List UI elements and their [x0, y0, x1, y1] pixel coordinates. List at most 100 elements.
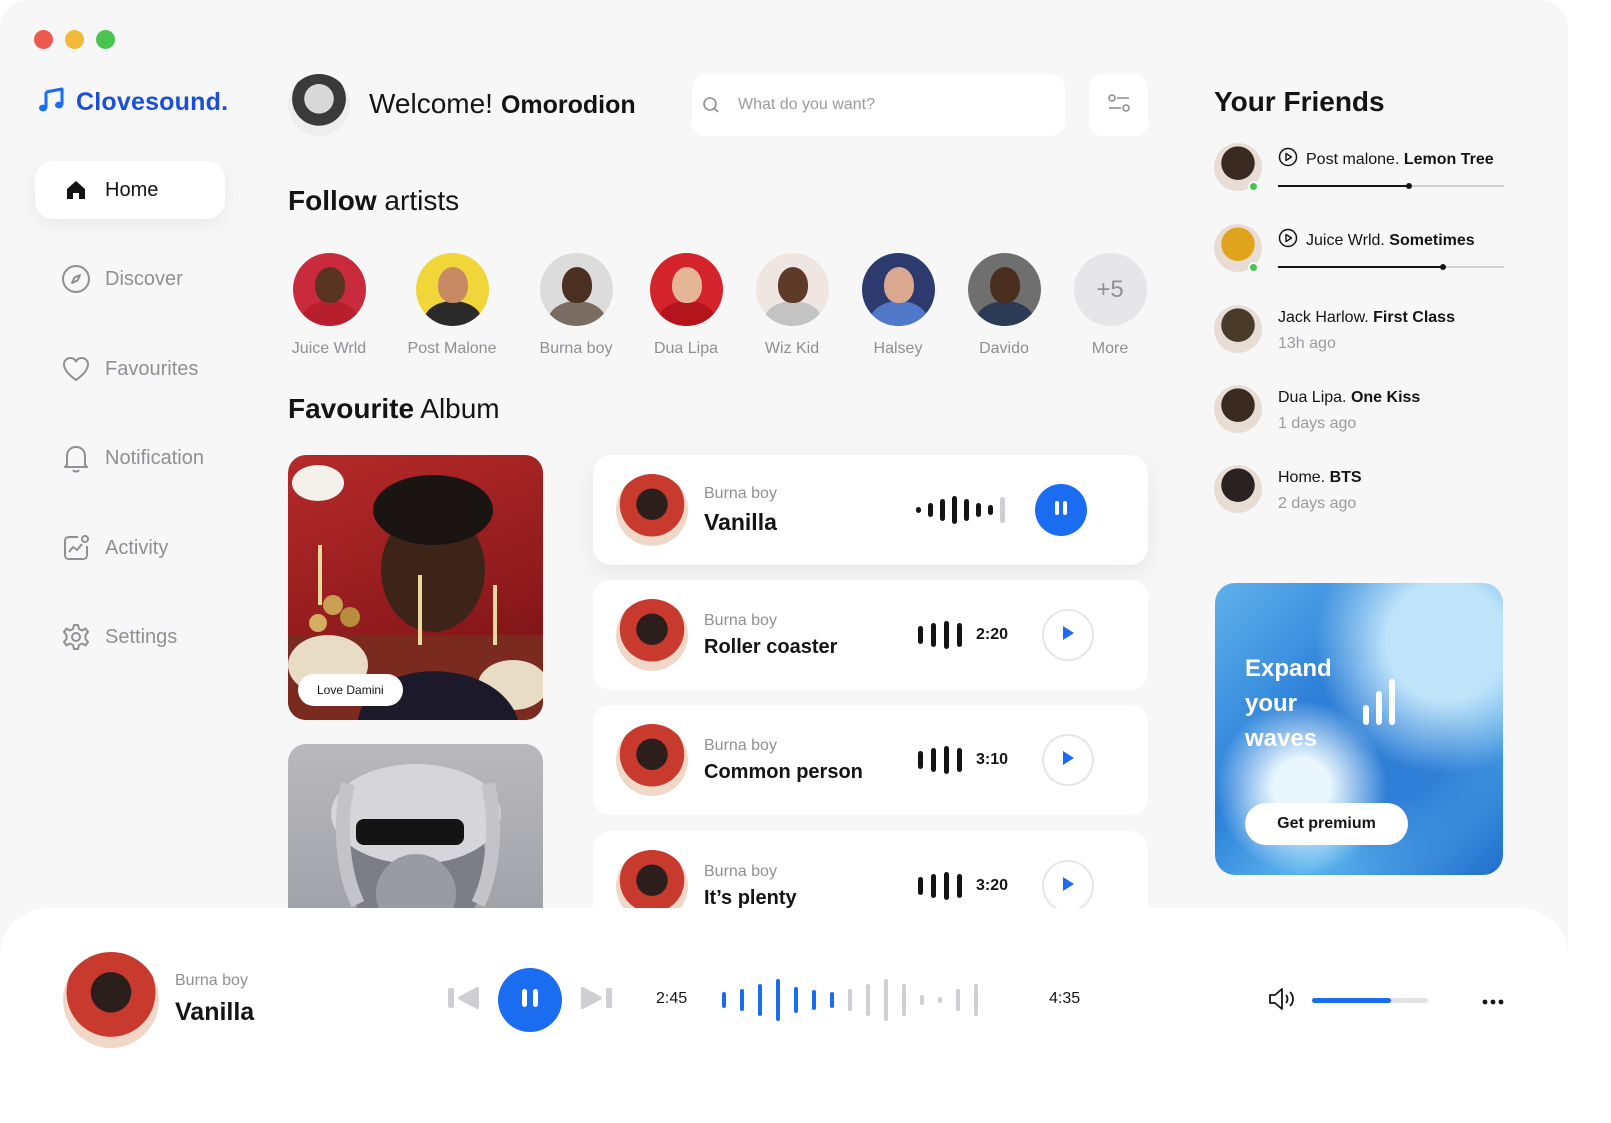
- artist-item[interactable]: Wiz Kid: [737, 253, 847, 358]
- play-icon: [1060, 875, 1076, 898]
- wave-bar: [974, 984, 978, 1016]
- track-duration: 3:10: [976, 751, 1009, 768]
- sidebar-item-discover[interactable]: Discover: [35, 250, 225, 308]
- wave-bar: [944, 746, 949, 774]
- track-waveform: [918, 872, 962, 900]
- wave-bar: [918, 877, 923, 895]
- album-tag: Love Damini: [298, 674, 403, 706]
- friend-now-playing: Jack Harlow. First Class: [1278, 309, 1455, 327]
- gear-icon: [61, 623, 91, 651]
- premium-line: Expand: [1245, 655, 1332, 682]
- search-input[interactable]: [738, 96, 1038, 114]
- avatar-face: [989, 267, 1020, 303]
- friend-progress: [1278, 264, 1504, 270]
- track-cover: [616, 474, 688, 546]
- search-bar: [692, 74, 1065, 136]
- track-info: Burna boy It’s plenty: [704, 863, 904, 910]
- artist-item[interactable]: Juice Wrld: [274, 253, 384, 358]
- friend-artist: Post malone.: [1306, 150, 1400, 168]
- wave-bar: [957, 623, 962, 647]
- artist-item[interactable]: Davido: [949, 253, 1059, 358]
- track-duration: 3:20: [976, 877, 1009, 894]
- avatar-face: [671, 267, 702, 303]
- play-circle-icon: [1278, 147, 1298, 172]
- friend-song: One Kiss: [1350, 389, 1421, 406]
- track-cover: [616, 724, 688, 796]
- play-button[interactable]: [1042, 860, 1094, 912]
- more-count: +5: [1073, 253, 1147, 326]
- track-title: Vanilla: [704, 508, 777, 535]
- avatar-figure: [657, 301, 716, 326]
- window-maximize-dot[interactable]: [96, 30, 115, 49]
- pause-button[interactable]: [1035, 484, 1087, 536]
- next-button[interactable]: [578, 985, 614, 1015]
- friend-item[interactable]: Jack Harlow. First Class 13h ago: [1214, 305, 1504, 359]
- wave-bar: [1000, 497, 1005, 523]
- wave-bar: [776, 979, 780, 1021]
- window-close-dot[interactable]: [34, 30, 53, 49]
- sidebar-item-home[interactable]: Home: [35, 161, 225, 219]
- filter-button[interactable]: [1089, 74, 1148, 136]
- more-options-button[interactable]: [1478, 990, 1508, 1012]
- sidebar-item-activity[interactable]: Activity: [35, 519, 225, 577]
- sidebar-item-settings[interactable]: Settings: [35, 608, 225, 666]
- friend-item[interactable]: Juice Wrld. Sometimes: [1214, 224, 1504, 278]
- friend-artist: Juice Wrld.: [1306, 231, 1385, 249]
- artist-avatar: [967, 253, 1041, 326]
- friend-avatar: [1214, 385, 1262, 433]
- track-row[interactable]: Burna boy Vanilla: [593, 455, 1148, 565]
- artist-name: Burna boy: [539, 340, 613, 357]
- sidebar-item-label: Settings: [105, 625, 178, 648]
- track-row[interactable]: Burna boy Roller coaster 2:20: [593, 580, 1148, 690]
- friend-item[interactable]: Post malone. Lemon Tree: [1214, 143, 1504, 197]
- artist-item[interactable]: Dua Lipa: [631, 253, 741, 358]
- track-row[interactable]: Burna boy Common person 3:10: [593, 705, 1148, 815]
- wave-bar: [794, 987, 798, 1013]
- wave-bar: [964, 499, 969, 521]
- friend-item[interactable]: Dua Lipa. One Kiss 1 days ago: [1214, 385, 1504, 439]
- artist-name: Post Malone: [407, 340, 497, 357]
- friend-avatar: [1214, 465, 1262, 513]
- play-pause-button[interactable]: [498, 968, 562, 1032]
- skip-forward-icon: [579, 986, 613, 1015]
- wave-bar: [940, 499, 945, 521]
- volume-button[interactable]: [1266, 986, 1298, 1016]
- track-artist: Burna boy: [704, 611, 777, 629]
- artist-item[interactable]: Halsey: [843, 253, 953, 358]
- premium-line: your: [1245, 690, 1298, 717]
- user-name: Omorodion: [500, 91, 636, 119]
- get-premium-button[interactable]: Get premium: [1245, 803, 1408, 845]
- elapsed-time: 2:45: [656, 990, 688, 1007]
- artist-name: Juice Wrld: [291, 340, 367, 357]
- user-avatar[interactable]: [288, 74, 350, 136]
- volume-slider[interactable]: [1312, 998, 1428, 1003]
- artist-avatar: [292, 253, 366, 326]
- sidebar-item-favourites[interactable]: Favourites: [35, 340, 225, 398]
- sidebar-item-label: Activity: [105, 536, 169, 559]
- player-waveform[interactable]: [722, 978, 978, 1022]
- brand-logo[interactable]: Clovesound.: [38, 86, 228, 119]
- play-button[interactable]: [1042, 734, 1094, 786]
- now-playing-cover[interactable]: [63, 952, 159, 1048]
- friend-artist: Dua Lipa.: [1278, 389, 1347, 406]
- friend-now-playing: Home. BTS: [1278, 469, 1362, 487]
- wave-bar: [956, 989, 960, 1011]
- online-indicator: [1248, 181, 1259, 192]
- window-minimize-dot[interactable]: [65, 30, 84, 49]
- album-card[interactable]: Love Damini: [288, 455, 543, 720]
- friend-time: 2 days ago: [1278, 495, 1357, 512]
- sidebar-item-notification[interactable]: Notification: [35, 429, 225, 487]
- play-button[interactable]: [1042, 609, 1094, 661]
- artist-item[interactable]: Post Malone: [397, 253, 507, 358]
- more-artists-button[interactable]: +5 More: [1055, 253, 1165, 358]
- wave-bar: [722, 992, 726, 1008]
- pause-icon: [519, 986, 541, 1015]
- sidebar-item-label: Favourites: [105, 357, 199, 380]
- artist-name: Halsey: [873, 340, 923, 357]
- friend-item[interactable]: Home. BTS 2 days ago: [1214, 465, 1504, 519]
- previous-button[interactable]: [446, 985, 482, 1015]
- equalizer-icon: [1363, 679, 1395, 725]
- artist-item[interactable]: Burna boy: [521, 253, 631, 358]
- wave-bar: [902, 984, 906, 1016]
- artist-avatar: [539, 253, 613, 326]
